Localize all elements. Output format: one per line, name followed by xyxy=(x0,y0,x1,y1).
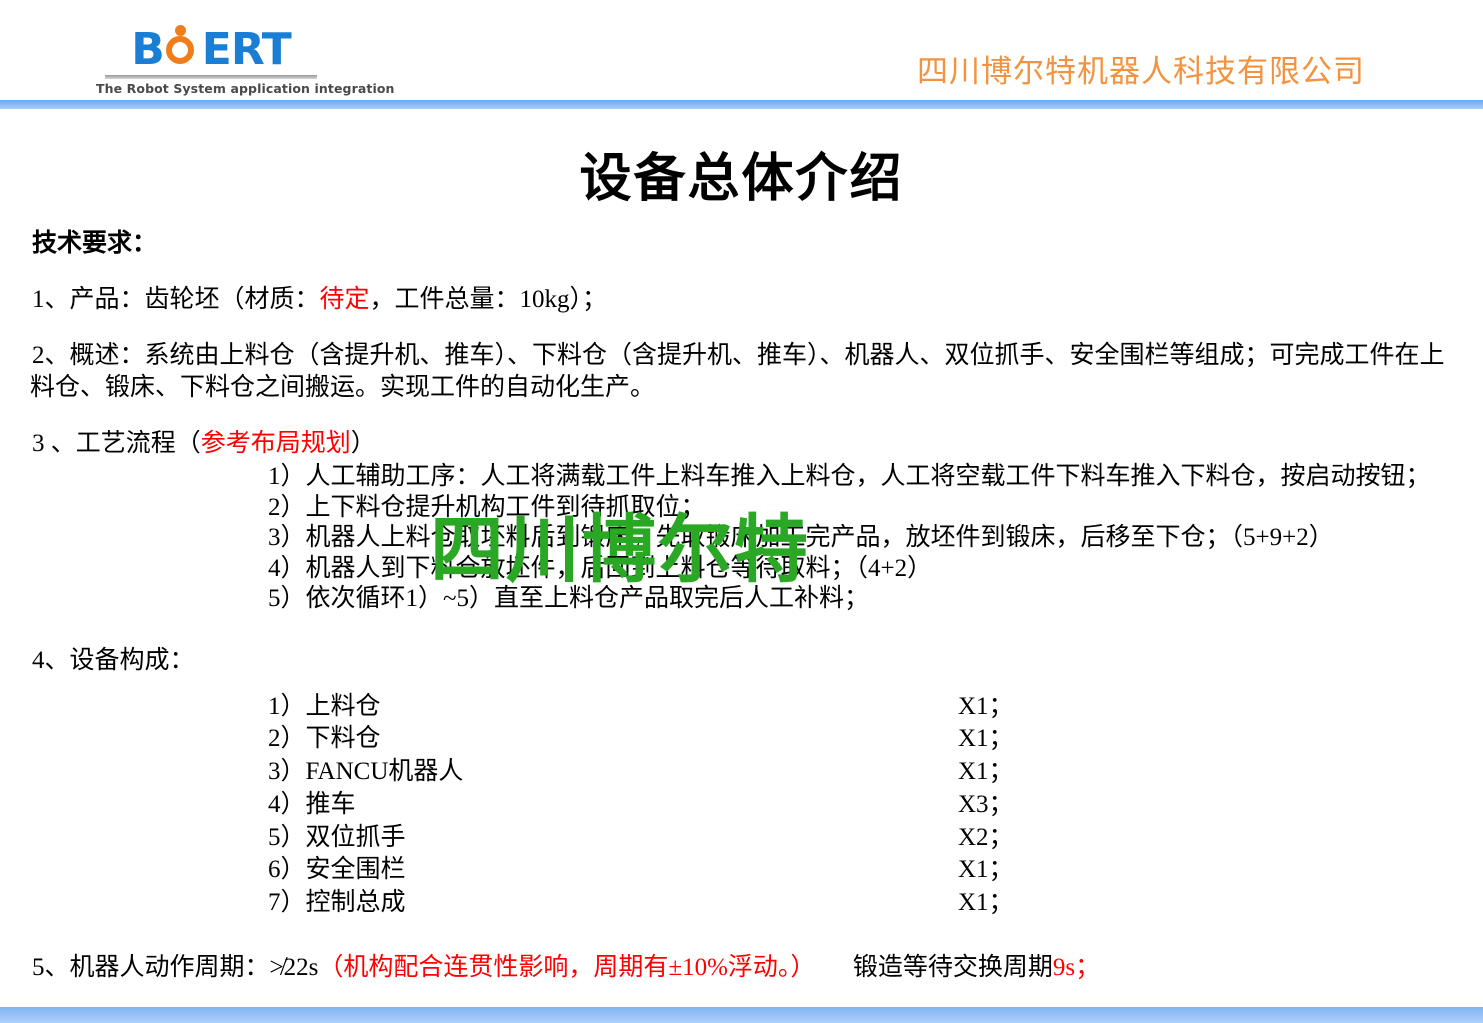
process-flow-list: 1）人工辅助工序：人工将满载工件上料车推入上料仓，人工将空载工件下料车推入下料仓… xyxy=(268,462,1483,615)
boert-logo: B ERT The Robot System application integ… xyxy=(96,25,395,96)
component-name: 3）FANCU机器人 xyxy=(268,758,464,785)
component-qty: X1； xyxy=(958,889,1014,916)
item5-before: 5、机器人动作周期：≯22s xyxy=(32,953,319,981)
requirement-item-5: 5、机器人动作周期：≯22s（机构配合连贯性影响，周期有±10%浮动。） 锻造等… xyxy=(32,952,1483,984)
flow-step: 5）依次循环1）~5）直至上料仓产品取完后人工补料； xyxy=(268,585,870,612)
flow-step: 2）上下料仓提升机构工件到待抓取位； xyxy=(268,493,706,521)
flow-step: 4）机器人到下料仓放坯件，后回到上料仓等待取料；（4+2） xyxy=(268,554,933,582)
item5-highlight: （机构配合连贯性影响，周期有±10%浮动。） xyxy=(318,953,803,981)
component-row: 7）控制总成 X1； xyxy=(268,887,1483,920)
orange-ring-person-icon xyxy=(164,25,202,68)
footer-accent-bar xyxy=(0,1007,1483,1023)
requirement-item-3: 3 、工艺流程（参考布局规划） xyxy=(32,428,1483,460)
component-row: 6）安全围栏 X1； xyxy=(268,854,1483,887)
requirement-item-2-line-2: 料仓、锻床、下料仓之间搬运。实现工件的自动化生产。 xyxy=(30,374,656,401)
logo-wordmark: B ERT xyxy=(96,25,326,72)
component-name: 1）上料仓 xyxy=(268,692,381,720)
item3-before: 3 、工艺流程（ xyxy=(32,430,201,457)
component-row: 3）FANCU机器人 X1； xyxy=(268,756,1483,789)
component-row: 5）双位抓手 X2； xyxy=(268,822,1483,855)
requirement-item-1: 1、产品：齿轮坯（材质：待定，工件总量：10kg）； xyxy=(32,284,1483,316)
logo-letters-ert: ERT xyxy=(201,24,292,75)
component-name: 4）推车 xyxy=(268,790,356,818)
logo-letter-b: B xyxy=(131,24,165,75)
component-name: 5）双位抓手 xyxy=(268,823,406,851)
components-list: 1）上料仓 X1； 2）下料仓 X1； 3）FANCU机器人 X1； 4）推车 … xyxy=(268,691,1483,920)
item3-highlight: 参考布局规划 xyxy=(200,430,351,457)
section-lead: 技术要求： xyxy=(32,230,158,257)
flow-step: 3）机器人上料仓取坯料后到锻床。先取锻床加工完产品，放坯件到锻床，后移至下仓；（… xyxy=(268,524,1334,551)
slide-header: B ERT The Robot System application integ… xyxy=(0,0,1483,100)
item1-highlight: 待定 xyxy=(319,286,370,313)
slide-canvas: B ERT The Robot System application integ… xyxy=(0,0,1483,1023)
item5-highlight-2: 9s； xyxy=(1052,953,1101,981)
logo-tagline: The Robot System application integration xyxy=(96,81,395,96)
logo-divider xyxy=(105,75,317,79)
component-name: 7）控制总成 xyxy=(268,889,406,916)
requirement-item-4: 4、设备构成： xyxy=(32,646,195,674)
company-name: 四川博尔特机器人科技有限公司 xyxy=(917,54,1365,90)
component-name: 6）安全围栏 xyxy=(268,856,406,884)
component-qty: X2； xyxy=(958,823,1014,851)
item5-mid: 锻造等待交换周期 xyxy=(802,953,1053,981)
component-qty: X3； xyxy=(958,790,1014,818)
flow-step: 1）人工辅助工序：人工将满载工件上料车推入上料仓，人工将空载工件下料车推入下料仓… xyxy=(268,463,1431,490)
component-row: 1）上料仓 X1； xyxy=(268,691,1483,724)
component-name: 2）下料仓 xyxy=(268,725,381,753)
component-row: 4）推车 X3； xyxy=(268,789,1483,822)
requirement-item-2-line-1: 2、概述：系统由上料仓（含提升机、推车）、下料仓（含提升机、推车）、机器人、双位… xyxy=(32,342,1445,369)
item3-after: ） xyxy=(350,430,376,457)
component-qty: X1； xyxy=(958,758,1014,785)
page-title: 设备总体介绍 xyxy=(579,149,904,209)
component-qty: X1； xyxy=(958,725,1014,753)
item1-before: 1、产品：齿轮坯（材质： xyxy=(32,286,320,313)
component-qty: X1； xyxy=(958,856,1014,884)
item1-after: ，工件总量：10kg）； xyxy=(369,286,608,313)
component-qty: X1； xyxy=(958,692,1014,720)
slide-body: 技术要求： 1、产品：齿轮坯（材质：待定，工件总量：10kg）； 2、概述：系统… xyxy=(0,228,1483,984)
header-accent-bar xyxy=(0,100,1483,109)
component-row: 2）下料仓 X1； xyxy=(268,723,1483,756)
